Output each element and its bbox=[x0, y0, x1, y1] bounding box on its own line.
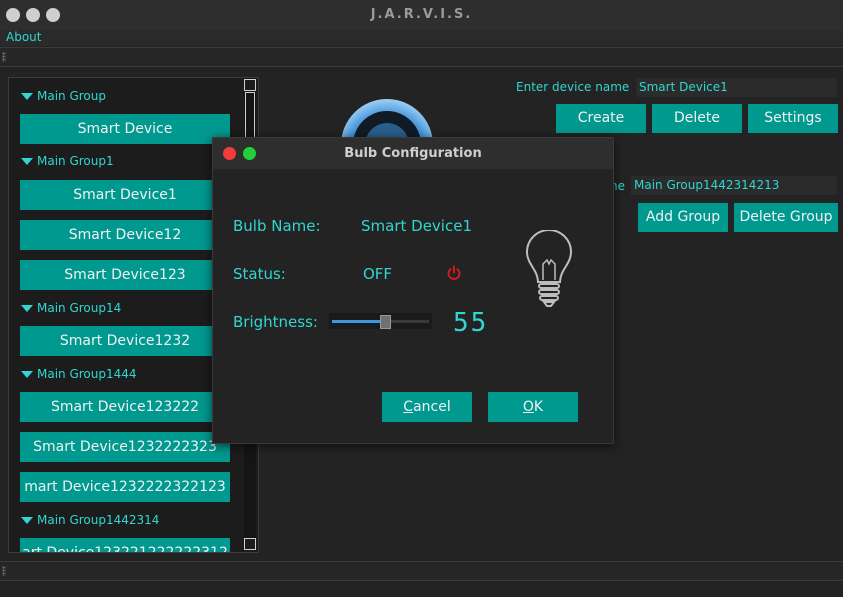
group-header[interactable]: Main Group1442314 bbox=[21, 513, 159, 527]
device-button[interactable]: Smart Device123 bbox=[20, 260, 230, 290]
dialog-titlebar[interactable]: Bulb Configuration bbox=[213, 138, 613, 169]
device-name-input[interactable]: Smart Device1 bbox=[636, 78, 837, 97]
group-header[interactable]: Main Group1 bbox=[21, 154, 114, 168]
bulb-name-value: Smart Device1 bbox=[361, 217, 472, 235]
device-button[interactable]: art Device123221222222312 bbox=[20, 538, 230, 552]
group-header[interactable]: Main Group14 bbox=[21, 301, 121, 315]
settings-button[interactable]: Settings bbox=[748, 104, 838, 133]
slider-handle[interactable] bbox=[380, 315, 392, 329]
lightbulb-icon bbox=[525, 230, 573, 307]
add-group-button[interactable]: Add Group bbox=[638, 203, 728, 232]
ok-button[interactable]: OK bbox=[488, 392, 578, 422]
triangle-down-icon bbox=[21, 305, 33, 312]
brightness-readout: 55 bbox=[453, 308, 489, 338]
device-button[interactable]: Smart Device12 bbox=[20, 220, 230, 250]
triangle-down-icon bbox=[21, 371, 33, 378]
bottom-toolbar bbox=[0, 561, 843, 581]
status-value: OFF bbox=[363, 265, 393, 283]
menubar: About bbox=[0, 30, 843, 46]
device-name-label: Enter device name bbox=[516, 80, 630, 94]
bulb-configuration-dialog: Bulb Configuration Bulb Name: Smart Devi… bbox=[212, 137, 614, 444]
brightness-label: Brightness: bbox=[233, 313, 318, 331]
camera-lens-icon bbox=[341, 99, 433, 139]
group-name-input[interactable]: Main Group1442314213 bbox=[631, 176, 837, 195]
triangle-down-icon bbox=[21, 158, 33, 165]
group-header[interactable]: Main Group1444 bbox=[21, 367, 137, 381]
scroll-up-button[interactable] bbox=[244, 79, 256, 91]
dialog-title: Bulb Configuration bbox=[344, 146, 482, 161]
device-button[interactable]: Smart Device bbox=[20, 114, 230, 144]
triangle-down-icon bbox=[21, 517, 33, 524]
brightness-slider[interactable] bbox=[329, 313, 432, 329]
top-toolbar bbox=[0, 47, 843, 67]
delete-button[interactable]: Delete bbox=[652, 104, 742, 133]
scroll-down-button[interactable] bbox=[244, 538, 256, 550]
device-button[interactable]: Smart Device1232 bbox=[20, 326, 230, 356]
menu-about[interactable]: About bbox=[6, 30, 41, 44]
bulb-name-label: Bulb Name: bbox=[233, 217, 321, 235]
device-button[interactable]: Smart Device1232222323 bbox=[20, 432, 230, 462]
device-button[interactable]: mart Device1232222322123 bbox=[20, 472, 230, 502]
power-icon[interactable] bbox=[446, 265, 462, 281]
status-label: Status: bbox=[233, 265, 286, 283]
slider-fill bbox=[332, 320, 386, 323]
device-button[interactable]: Smart Device123222 bbox=[20, 392, 230, 422]
triangle-down-icon bbox=[21, 93, 33, 100]
toolbar-grip-icon[interactable] bbox=[2, 52, 6, 62]
toolbar-grip-icon[interactable] bbox=[2, 566, 6, 576]
window-title: J.A.R.V.I.S. bbox=[370, 7, 473, 22]
create-button[interactable]: Create bbox=[556, 104, 646, 133]
device-button[interactable]: Smart Device1 bbox=[20, 180, 230, 210]
cancel-button[interactable]: Cancel bbox=[382, 392, 472, 422]
group-header[interactable]: Main Group bbox=[21, 89, 106, 103]
window-titlebar[interactable]: J.A.R.V.I.S. bbox=[0, 0, 843, 30]
delete-group-button[interactable]: Delete Group bbox=[734, 203, 838, 232]
